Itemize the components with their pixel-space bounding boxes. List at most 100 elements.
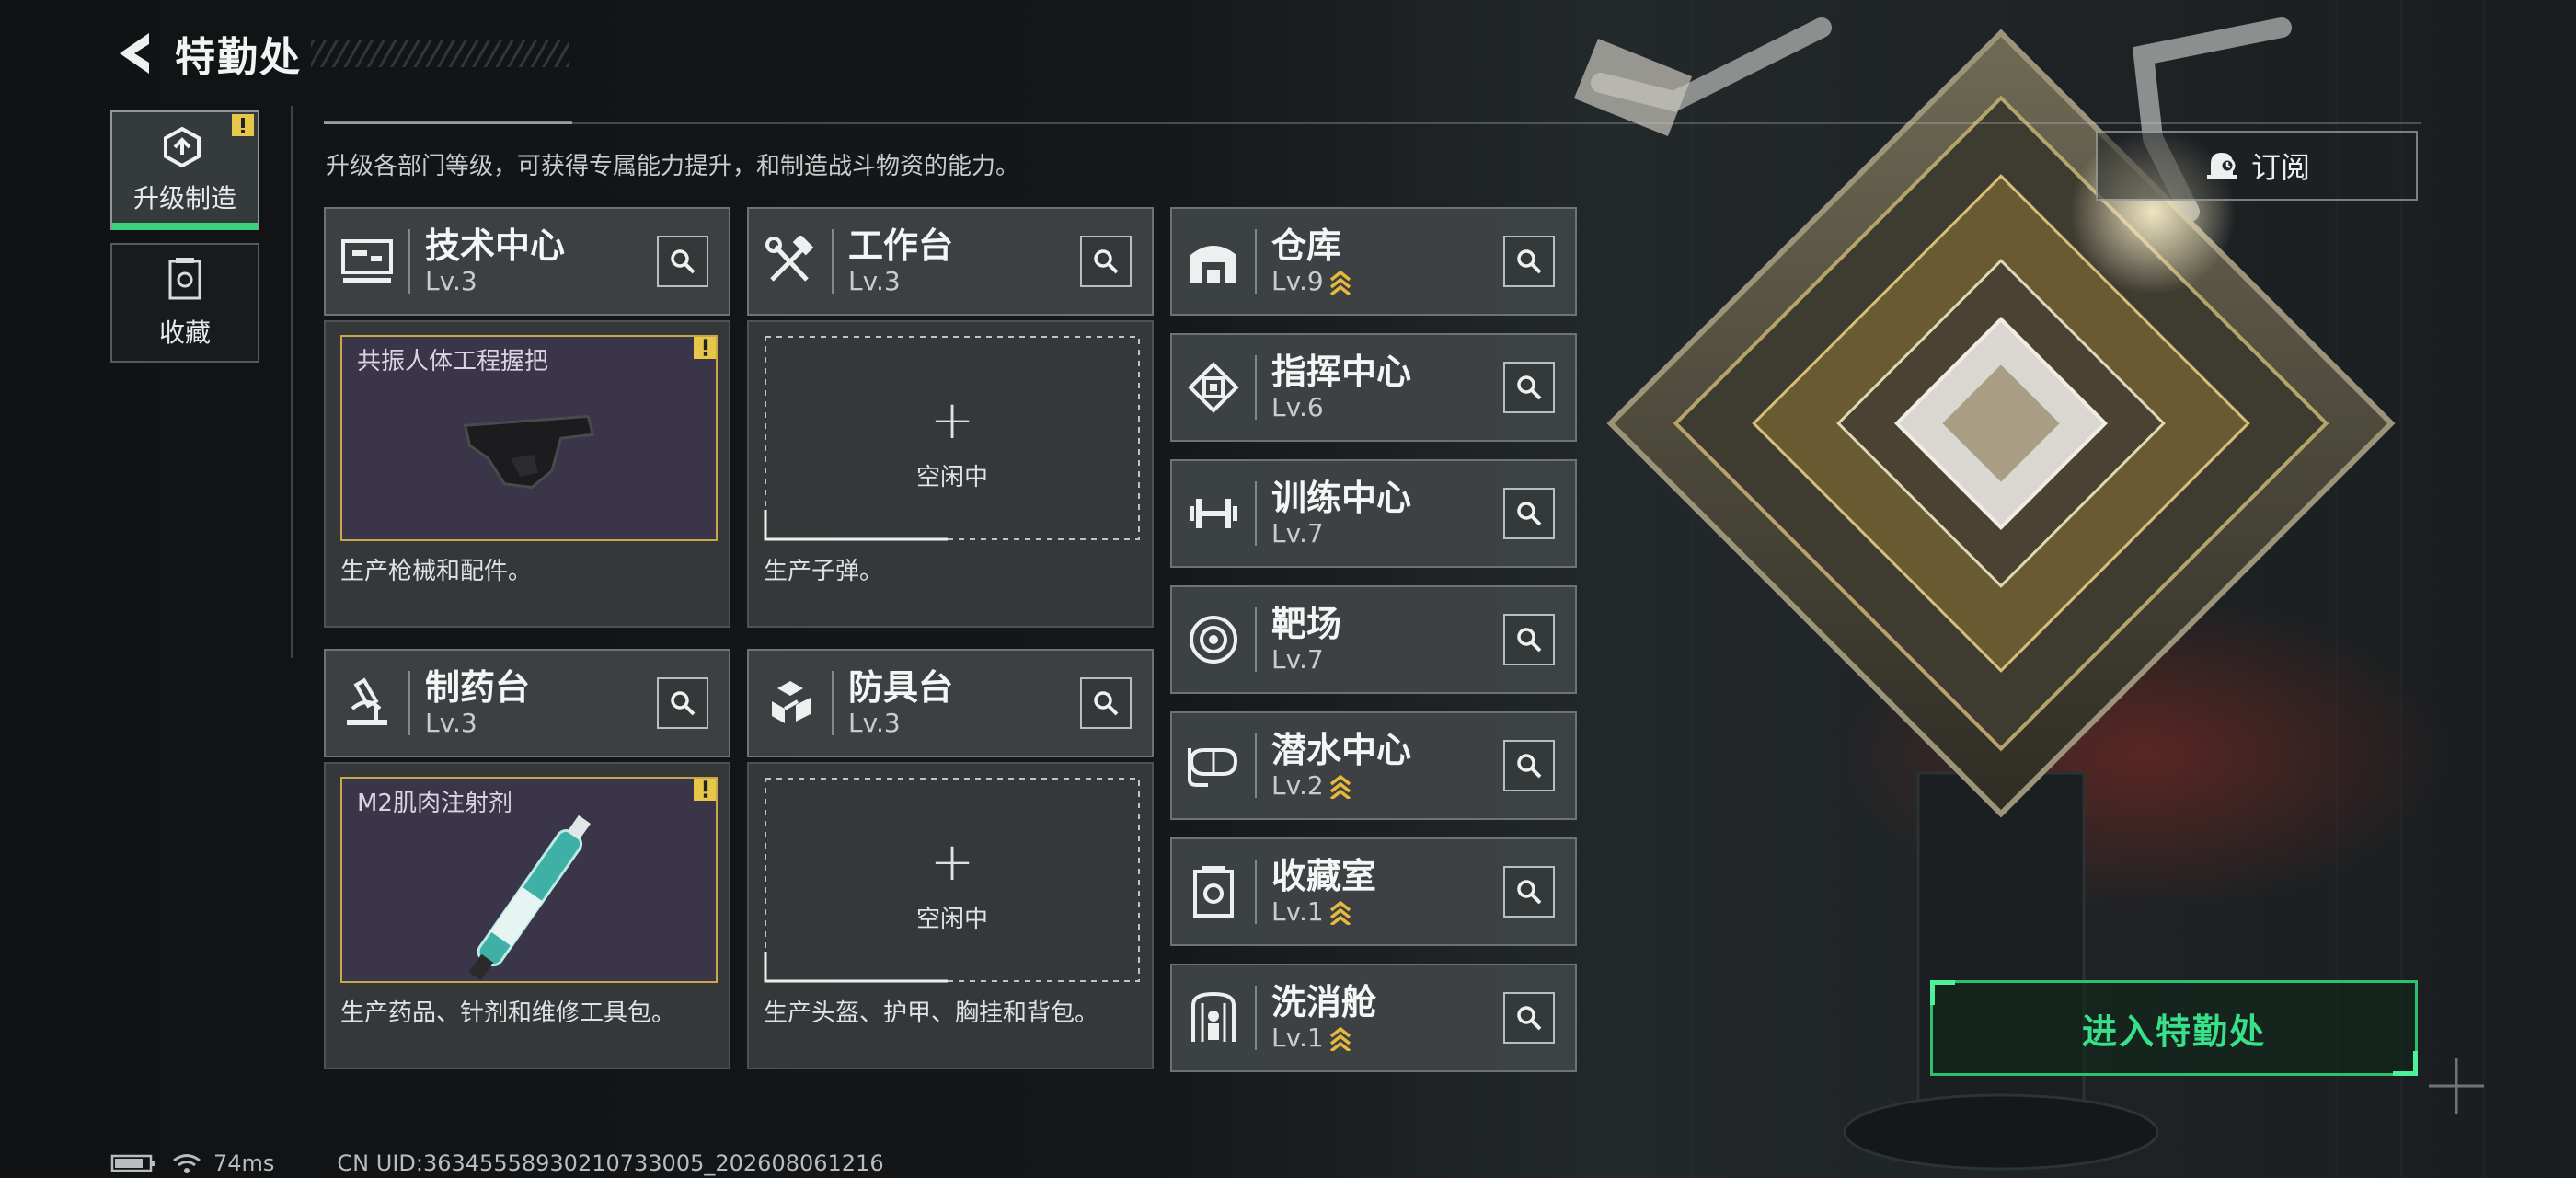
magnifier-icon (1517, 880, 1542, 905)
side-nav: 升级制造 收藏 (110, 110, 259, 375)
magnifier-icon (1517, 628, 1542, 653)
dumbbell-icon (1190, 499, 1237, 528)
inspect-button[interactable] (1503, 362, 1555, 413)
facility-card-tech-center[interactable]: 技术中心 Lv.3 (324, 207, 730, 316)
nav-item-collection[interactable]: 收藏 (110, 243, 259, 363)
enter-button-label: 进入特勤处 (2081, 1011, 2266, 1052)
department-row-shooting-range[interactable]: 靶场 Lv.7 (1170, 585, 1577, 694)
facility-level: Lv.3 (848, 266, 901, 296)
upgrade-chevron-icon (1329, 774, 1351, 799)
idle-slot[interactable]: + 空闲中 (764, 777, 1141, 983)
inspect-button[interactable] (1503, 614, 1555, 665)
facility-production-panel[interactable]: + 空闲中 生产子弹。 (747, 320, 1154, 628)
department-level: Lv.9 (1271, 266, 1324, 296)
warning-badge (232, 114, 254, 140)
facility-card-workbench[interactable]: 工作台 Lv.3 (747, 207, 1154, 316)
inspect-button[interactable] (1503, 992, 1555, 1044)
title-decoration (311, 40, 569, 67)
magnifier-icon (1517, 249, 1542, 274)
magnifier-icon (1517, 754, 1542, 779)
decon-cabin-icon (1191, 991, 1236, 1042)
add-production-icon: + (929, 830, 975, 893)
inspect-button[interactable] (1080, 236, 1132, 287)
department-name: 训练中心 (1271, 478, 1412, 518)
microscope-icon (347, 677, 387, 725)
department-level: Lv.2 (1271, 770, 1324, 801)
tech-center-icon (341, 239, 393, 283)
department-name: 靶场 (1271, 604, 1342, 644)
status-bar: 74ms CN UID:36345558930210733005_2026080… (110, 1150, 884, 1176)
inspect-button[interactable] (657, 236, 708, 287)
department-level: Lv.7 (1271, 518, 1324, 549)
ping-readout: 74ms (213, 1150, 275, 1176)
warning-icon (232, 114, 254, 136)
warning-badge (694, 779, 716, 804)
department-level: Lv.7 (1271, 644, 1324, 675)
warning-icon (694, 337, 716, 359)
upgrade-chevron-icon (1329, 900, 1351, 925)
facility-production-panel[interactable]: M2肌肉注射剂 生产药品、针剂和维修工具包。 (324, 762, 730, 1069)
warning-badge (694, 337, 716, 363)
wifi-icon (173, 1154, 201, 1173)
page-description: 升级各部门等级，可获得专属能力提升，和制造战斗物资的能力。 (326, 153, 1020, 180)
facility-description: 生产头盔、护甲、胸挂和背包。 (764, 999, 1099, 1027)
department-name: 洗消舱 (1271, 982, 1377, 1022)
facility-level: Lv.3 (425, 266, 477, 296)
magnifier-icon (1517, 502, 1542, 526)
department-row-training-center[interactable]: 训练中心 Lv.7 (1170, 459, 1577, 568)
department-name: 潜水中心 (1271, 730, 1412, 770)
nav-item-label: 升级制造 (132, 183, 236, 214)
facility-card-armor-bench[interactable]: 防具台 Lv.3 (747, 649, 1154, 757)
hammer-wrench-icon (765, 236, 814, 282)
inspect-button[interactable] (1080, 677, 1132, 729)
facility-description: 生产子弹。 (764, 558, 884, 585)
inspect-button[interactable] (1503, 488, 1555, 539)
header-divider (324, 122, 2421, 124)
nav-divider (291, 106, 293, 658)
inspect-button[interactable] (1503, 866, 1555, 918)
injector-item-icon (468, 814, 591, 981)
inspect-button[interactable] (1503, 236, 1555, 287)
facility-level: Lv.3 (425, 708, 477, 738)
magnifier-icon (671, 691, 696, 716)
facility-description: 生产枪械和配件。 (340, 558, 533, 585)
department-level: Lv.1 (1271, 1022, 1324, 1053)
department-row-decon-cabin[interactable]: 洗消舱 Lv.1 (1170, 964, 1577, 1072)
warehouse-icon (1190, 246, 1236, 283)
department-row-diving-center[interactable]: 潜水中心 Lv.2 (1170, 711, 1577, 820)
production-slot[interactable]: M2肌肉注射剂 (340, 777, 718, 983)
nav-item-upgrade[interactable]: 升级制造 (110, 110, 259, 230)
nav-item-label: 收藏 (158, 318, 211, 348)
collection-room-icon (1193, 866, 1234, 918)
facility-production-panel[interactable]: + 空闲中 生产头盔、护甲、胸挂和背包。 (747, 762, 1154, 1069)
subscribe-label: 订阅 (2250, 150, 2310, 185)
facility-name: 工作台 (848, 225, 954, 266)
department-row-warehouse[interactable]: 仓库 Lv.9 (1170, 207, 1577, 316)
department-level: Lv.6 (1271, 392, 1324, 422)
user-uid: CN UID:36345558930210733005_202608061216 (337, 1150, 884, 1176)
add-production-icon: + (929, 388, 975, 451)
department-row-command-center[interactable]: 指挥中心 Lv.6 (1170, 333, 1577, 442)
facility-production-panel[interactable]: 共振人体工程握把 生产枪械和配件。 (324, 320, 730, 628)
enter-special-ops-button[interactable]: 进入特勤处 (1930, 980, 2418, 1076)
production-slot[interactable]: 共振人体工程握把 (340, 335, 718, 541)
back-arrow-icon (120, 33, 149, 74)
inspect-button[interactable] (657, 677, 708, 729)
armor-blocks-icon (772, 681, 811, 723)
page-title: 特勤处 (175, 34, 302, 81)
subscribe-button[interactable]: 订阅 (2096, 131, 2418, 201)
upgrade-cube-icon (164, 126, 201, 167)
diving-mask-icon (1188, 748, 1238, 787)
subscribe-bell-icon (2206, 153, 2237, 179)
idle-status: 空闲中 (915, 906, 988, 933)
upgrade-chevron-icon (1329, 1026, 1351, 1051)
warning-icon (694, 779, 716, 801)
department-row-collection-room[interactable]: 收藏室 Lv.1 (1170, 837, 1577, 946)
facility-description: 生产药品、针剂和维修工具包。 (340, 999, 676, 1027)
inspect-button[interactable] (1503, 740, 1555, 791)
idle-slot[interactable]: + 空闲中 (764, 335, 1141, 541)
department-name: 指挥中心 (1271, 352, 1412, 392)
facility-card-pharmacy[interactable]: 制药台 Lv.3 (324, 649, 730, 757)
back-button[interactable] (110, 29, 158, 77)
magnifier-icon (1094, 691, 1119, 716)
